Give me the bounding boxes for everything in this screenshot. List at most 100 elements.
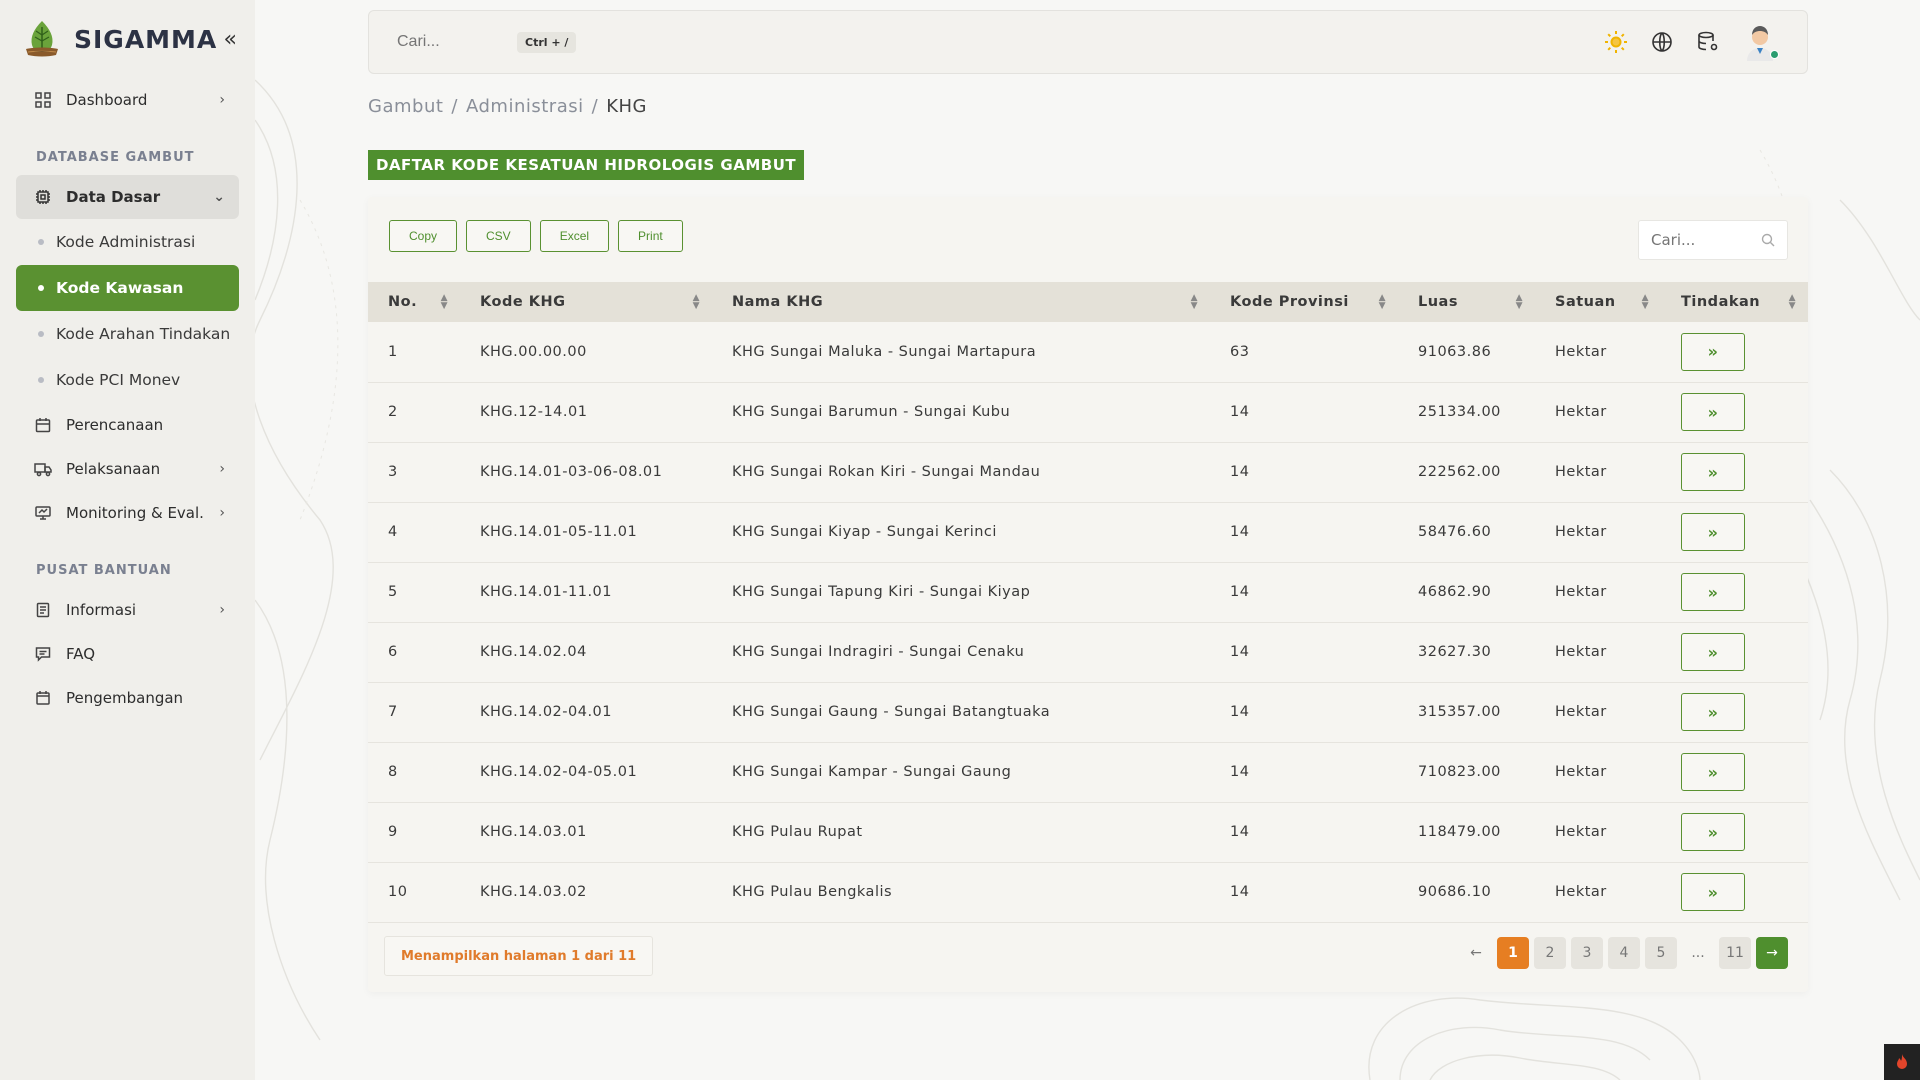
breadcrumb-administrasi[interactable]: Administrasi (466, 96, 584, 117)
detail-button[interactable]: » (1681, 633, 1745, 671)
nav-pengembangan-label: Pengembangan (66, 689, 184, 707)
detail-button[interactable]: » (1681, 573, 1745, 611)
col-header-satuan[interactable]: Satuan ▲ ▼ (1535, 282, 1661, 322)
cell-kode-provinsi: 14 (1230, 824, 1250, 840)
cell-satuan: Hektar (1555, 404, 1607, 420)
nav-faq-label: FAQ (66, 645, 96, 663)
col-header-kode-provinsi[interactable]: Kode Provinsi ▲ ▼ (1210, 282, 1398, 322)
online-indicator (1770, 50, 1779, 59)
sidebar: SIGAMMA « Dashboard › DATABASE GAMBUT Da… (0, 0, 255, 1080)
global-search-input[interactable] (397, 33, 517, 51)
devtools-flame-icon[interactable] (1884, 1044, 1920, 1080)
dashboard-icon (34, 91, 52, 109)
globe-icon[interactable] (1649, 29, 1675, 55)
sort-icon: ▲ ▼ (1788, 293, 1796, 311)
col-header-tindakan[interactable]: Tindakan ▲ ▼ (1661, 282, 1808, 322)
col-header-kode-khg[interactable]: Kode KHG ▲ ▼ (460, 282, 712, 322)
page-button-1[interactable]: 1 (1497, 937, 1529, 969)
detail-button[interactable]: » (1681, 453, 1745, 491)
sub-item-kode-pci-monev[interactable]: Kode PCI Monev (16, 357, 239, 403)
detail-button[interactable]: » (1681, 813, 1745, 851)
detail-button[interactable]: » (1681, 393, 1745, 431)
page-button-4[interactable]: 4 (1608, 937, 1640, 969)
cell-nama-khg: KHG Sungai Kampar - Sungai Gaung (732, 764, 1012, 780)
cell-luas: 46862.90 (1418, 584, 1492, 600)
cell-tindakan: » (1661, 382, 1808, 442)
sub-item-kode-kawasan[interactable]: Kode Kawasan (16, 265, 239, 311)
copy-button[interactable]: Copy (389, 220, 458, 252)
nav-informasi[interactable]: Informasi › (16, 588, 239, 632)
prev-page-button[interactable]: ← (1460, 937, 1492, 969)
cell-luas: 91063.86 (1418, 343, 1492, 360)
excel-button[interactable]: Excel (539, 220, 610, 252)
col-header-no[interactable]: No. ▲ ▼ (368, 282, 460, 322)
cell-no: 9 (388, 824, 398, 840)
cell-satuan: Hektar (1555, 764, 1607, 780)
cell-no: 7 (388, 704, 398, 720)
cell-kode-provinsi: 14 (1230, 884, 1250, 900)
col-header-label: No. (388, 294, 418, 310)
nav-faq[interactable]: FAQ (16, 632, 239, 676)
sub-item-label: Kode Arahan Tindakan (56, 325, 231, 343)
table-search-input[interactable] (1651, 231, 1751, 249)
detail-button[interactable]: » (1681, 332, 1745, 371)
sort-icon: ▲ ▼ (692, 293, 700, 311)
section-pusat-bantuan: PUSAT BANTUAN (36, 563, 172, 578)
sub-item-kode-administrasi[interactable]: Kode Administrasi (16, 219, 239, 265)
page-ellipsis: ... (1691, 945, 1705, 961)
section-database-gambut: DATABASE GAMBUT (36, 150, 195, 165)
nav-pengembangan[interactable]: Pengembangan (16, 676, 239, 720)
nav-data-dasar[interactable]: Data Dasar ⌄ (16, 175, 239, 219)
detail-button[interactable]: » (1681, 753, 1745, 791)
cell-nama-khg: KHG Sungai Indragiri - Sungai Cenaku (732, 644, 1025, 660)
page-button-11[interactable]: 11 (1719, 937, 1751, 969)
breadcrumb-separator: / (451, 96, 458, 117)
cell-no: 10 (388, 884, 408, 900)
cell-kode-khg: KHG.14.03.02 (480, 884, 587, 900)
cell-tindakan: » (1661, 442, 1808, 502)
next-page-button[interactable]: → (1756, 937, 1788, 969)
user-avatar[interactable] (1741, 23, 1779, 61)
cell-kode-khg: KHG.14.02.04 (480, 644, 587, 660)
table-row: 4 KHG.14.01-05-11.01 KHG Sungai Kiyap - Su… (368, 502, 1808, 562)
database-settings-icon[interactable] (1695, 29, 1721, 55)
col-header-nama-khg[interactable]: Nama KHG ▲ ▼ (712, 282, 1210, 322)
print-button[interactable]: Print (618, 220, 683, 252)
cell-satuan: Hektar (1555, 464, 1607, 480)
sub-item-label: Kode Kawasan (56, 279, 184, 297)
truck-icon (34, 460, 52, 478)
col-header-luas[interactable]: Luas ▲ ▼ (1398, 282, 1535, 322)
col-header-label: Luas (1418, 294, 1458, 310)
sub-item-kode-arahan-tindakan[interactable]: Kode Arahan Tindakan (16, 311, 239, 357)
sigamma-logo (26, 21, 58, 57)
cell-kode-provinsi: 14 (1230, 584, 1250, 600)
nav-perencanaan[interactable]: Perencanaan (16, 403, 239, 447)
page-button-5[interactable]: 5 (1645, 937, 1677, 969)
search-icon (1761, 233, 1775, 247)
cell-kode-provinsi: 14 (1230, 644, 1250, 660)
sort-icon: ▲ ▼ (1515, 293, 1523, 311)
detail-button[interactable]: » (1681, 873, 1745, 911)
chevron-right-icon: › (219, 602, 225, 618)
sun-icon[interactable] (1603, 29, 1629, 55)
nav-pelaksanaan[interactable]: Pelaksanaan › (16, 447, 239, 491)
collapse-sidebar-icon[interactable]: « (224, 27, 237, 52)
page-button-3[interactable]: 3 (1571, 937, 1603, 969)
cell-satuan: Hektar (1555, 644, 1607, 660)
bullet-icon (38, 331, 44, 337)
cell-kode-provinsi: 14 (1230, 404, 1250, 420)
nav-dashboard[interactable]: Dashboard › (16, 78, 239, 122)
detail-button[interactable]: » (1681, 513, 1745, 551)
cell-kode-khg: KHG.12-14.01 (480, 404, 588, 420)
cell-kode-khg: KHG.00.00.00 (480, 343, 587, 360)
csv-button[interactable]: CSV (466, 220, 531, 252)
detail-button[interactable]: » (1681, 693, 1745, 731)
breadcrumb-gambut[interactable]: Gambut (368, 96, 443, 117)
breadcrumb: Gambut / Administrasi / KHG (368, 96, 647, 117)
cell-no: 1 (388, 343, 398, 360)
khg-table: No. ▲ ▼ Kode KHG ▲ ▼ Nama KHG ▲ ▼ Kode Provins… (368, 282, 1808, 923)
bullet-icon (38, 285, 44, 291)
page-button-2[interactable]: 2 (1534, 937, 1566, 969)
nav-perencanaan-label: Perencanaan (66, 416, 164, 434)
nav-monitoring[interactable]: Monitoring & Eval. › (16, 491, 239, 535)
